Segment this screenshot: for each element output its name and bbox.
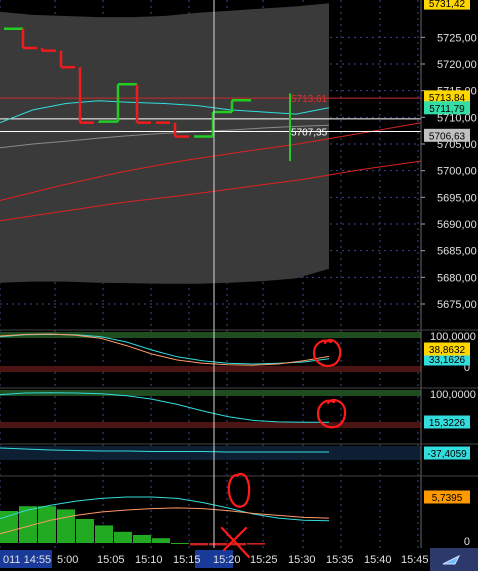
time-axis: 011 14:55 5:00 15:05 15:10 15:15 15:20 15:25 15… — [0, 548, 478, 571]
panel-tick-label: 100,0000 — [430, 389, 476, 401]
price-tick-label: 5680,00 — [437, 272, 477, 284]
histogram-bar — [190, 543, 208, 546]
panel-fill — [0, 446, 421, 460]
time-label: 15:05 — [97, 554, 125, 566]
histogram-bar — [114, 531, 132, 543]
price-tick-label: 5690,00 — [437, 219, 477, 231]
price-tag: 5731,42 — [424, 0, 470, 10]
time-label: 15:10 — [135, 554, 163, 566]
scroll-to-end-icon[interactable] — [430, 548, 478, 571]
price-tick-label: 5720,00 — [437, 59, 477, 71]
histogram-bar — [247, 543, 265, 545]
time-label: 15:40 — [364, 554, 392, 566]
histogram-bar — [133, 535, 151, 543]
panel-tag-label: 5,7395 — [432, 493, 463, 504]
trading-chart[interactable]: 5713,615707,35 5725,005720,005715,005710… — [0, 0, 478, 571]
histogram-bar — [38, 506, 56, 543]
price-tick-label: 5695,00 — [437, 192, 477, 204]
histogram-bar — [76, 519, 94, 543]
panel-tag-label: 15,3226 — [429, 418, 466, 429]
panel-tag-label: 38,8632 — [429, 345, 466, 356]
panel-value-tag: 38,8632 — [424, 342, 470, 356]
panel-value-tag: 15,3226 — [424, 415, 470, 429]
panel-tag-label: 33,1626 — [429, 355, 466, 366]
time-label: 15:35 — [326, 554, 354, 566]
oversold-strip — [0, 422, 421, 428]
panel-value-tag: 5,7395 — [424, 490, 470, 504]
price-tick-label: 5725,00 — [437, 32, 477, 44]
time-label: 15:25 — [250, 554, 278, 566]
histogram-bar — [209, 543, 227, 546]
panel-tick-label: 0 — [464, 536, 470, 548]
panel-value-tag: -37,4059 — [424, 446, 470, 460]
time-label: 011 14:55 — [3, 554, 51, 566]
time-label: 15:20 — [213, 554, 241, 566]
histogram-bar — [171, 543, 189, 544]
price-tag-label: 5706,63 — [429, 131, 466, 142]
price-tick-label: 5675,00 — [437, 299, 477, 311]
histogram-bar — [57, 509, 75, 543]
indicator-panel-3[interactable]: -37,4059 — [0, 443, 478, 460]
price-tag-label: 5711,79 — [429, 104, 465, 115]
price-tag: 5711,79 — [424, 101, 470, 115]
time-label: 15:15 — [173, 554, 201, 566]
price-tag-label: 5731,42 — [429, 0, 466, 10]
time-label: 15:45 — [401, 554, 429, 566]
price-tick-label: 5700,00 — [437, 166, 477, 178]
price-axis: 5725,005720,005715,005710,005705,005700,… — [420, 0, 478, 548]
panel-tick-label: 100,0000 — [430, 331, 476, 343]
oversold-strip — [0, 366, 421, 372]
time-label: 15:30 — [288, 554, 316, 566]
price-annotation-label: 5713,61 — [291, 94, 328, 105]
panel-tag-label: -37,4059 — [427, 449, 467, 460]
price-annotation-label: 5707,35 — [291, 127, 328, 138]
price-tag: 5706,63 — [424, 128, 470, 142]
price-envelope-band — [0, 3, 329, 284]
histogram-bar — [152, 538, 170, 543]
histogram-bar — [95, 525, 113, 543]
price-tick-label: 5685,00 — [437, 246, 477, 258]
time-label: 5:00 — [57, 554, 78, 566]
